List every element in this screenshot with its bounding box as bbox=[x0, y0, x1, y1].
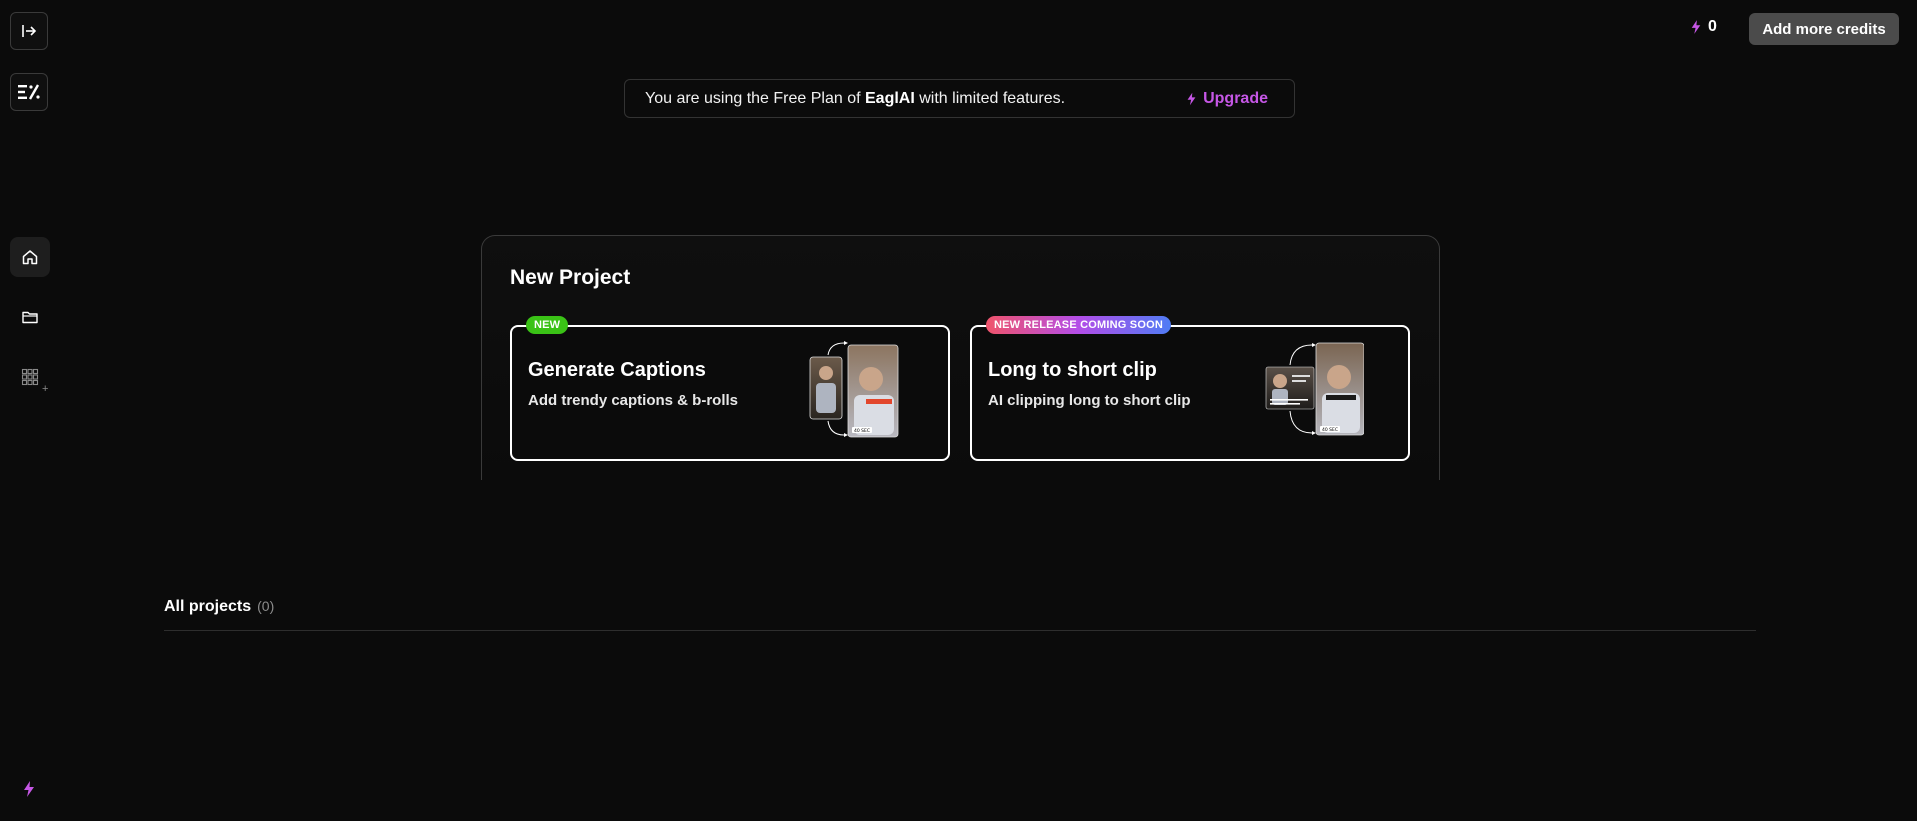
logo-button[interactable] bbox=[10, 73, 48, 111]
credits-count: 0 bbox=[1708, 18, 1717, 35]
home-icon bbox=[22, 250, 38, 265]
sidebar-expand-icon bbox=[22, 25, 37, 37]
add-more-credits-button[interactable]: Add more credits bbox=[1749, 13, 1899, 45]
thumb-duration-label: 40 SEC bbox=[1322, 427, 1338, 433]
card-title: Long to short clip bbox=[988, 359, 1157, 381]
brand-name: EaglAI bbox=[865, 89, 915, 107]
thumb-duration-label: 40 SEC bbox=[854, 428, 870, 434]
card-subtitle: AI clipping long to short clip bbox=[988, 392, 1191, 409]
bolt-icon[interactable] bbox=[22, 780, 36, 798]
long-to-short-clip-card[interactable]: NEW RELEASE COMING SOON Long to short cl… bbox=[970, 316, 1410, 461]
card-title: Generate Captions bbox=[528, 359, 706, 381]
eagl-logo-icon bbox=[18, 84, 40, 100]
plan-banner-text: You are using the Free Plan of EaglAI wi… bbox=[645, 89, 1066, 107]
video-thumbnail-image: 40 SEC bbox=[1265, 342, 1364, 436]
generate-captions-card[interactable]: NEW Generate Captions Add trendy caption… bbox=[510, 316, 950, 461]
clipping-thumbnail: 40 SEC bbox=[1264, 339, 1364, 439]
sidebar-collapse-button[interactable] bbox=[10, 12, 48, 50]
bolt-icon bbox=[1691, 20, 1701, 34]
credits-counter: 0 bbox=[1690, 18, 1717, 36]
card-subtitle: Add trendy captions & b-rolls bbox=[528, 392, 739, 409]
free-plan-banner: You are using the Free Plan of EaglAI wi… bbox=[624, 79, 1295, 118]
sidebar-item-home[interactable] bbox=[10, 237, 50, 277]
upgrade-link[interactable]: Upgrade bbox=[1186, 90, 1268, 108]
apps-plus-glyph: + bbox=[42, 383, 49, 395]
new-badge: NEW bbox=[526, 316, 569, 334]
sidebar-item-projects[interactable] bbox=[10, 297, 50, 337]
grid-plus-icon bbox=[21, 368, 39, 386]
app-page: + 0 Add more credits You are using the F… bbox=[0, 0, 1917, 821]
new-project-panel: New Project NEW Generate Captions Add tr… bbox=[481, 235, 1440, 480]
projects-count: (0) bbox=[257, 598, 275, 614]
new-release-badge: NEW RELEASE COMING SOON bbox=[986, 316, 1171, 334]
new-project-title: New Project bbox=[510, 266, 631, 289]
captions-thumbnail: 40 SEC bbox=[808, 339, 908, 439]
bolt-icon bbox=[1187, 92, 1196, 105]
folder-icon bbox=[22, 311, 38, 324]
projects-divider bbox=[164, 630, 1756, 631]
all-projects-heading: All projects (0) bbox=[164, 598, 275, 615]
video-thumbnail-image: 40 SEC bbox=[809, 341, 899, 438]
